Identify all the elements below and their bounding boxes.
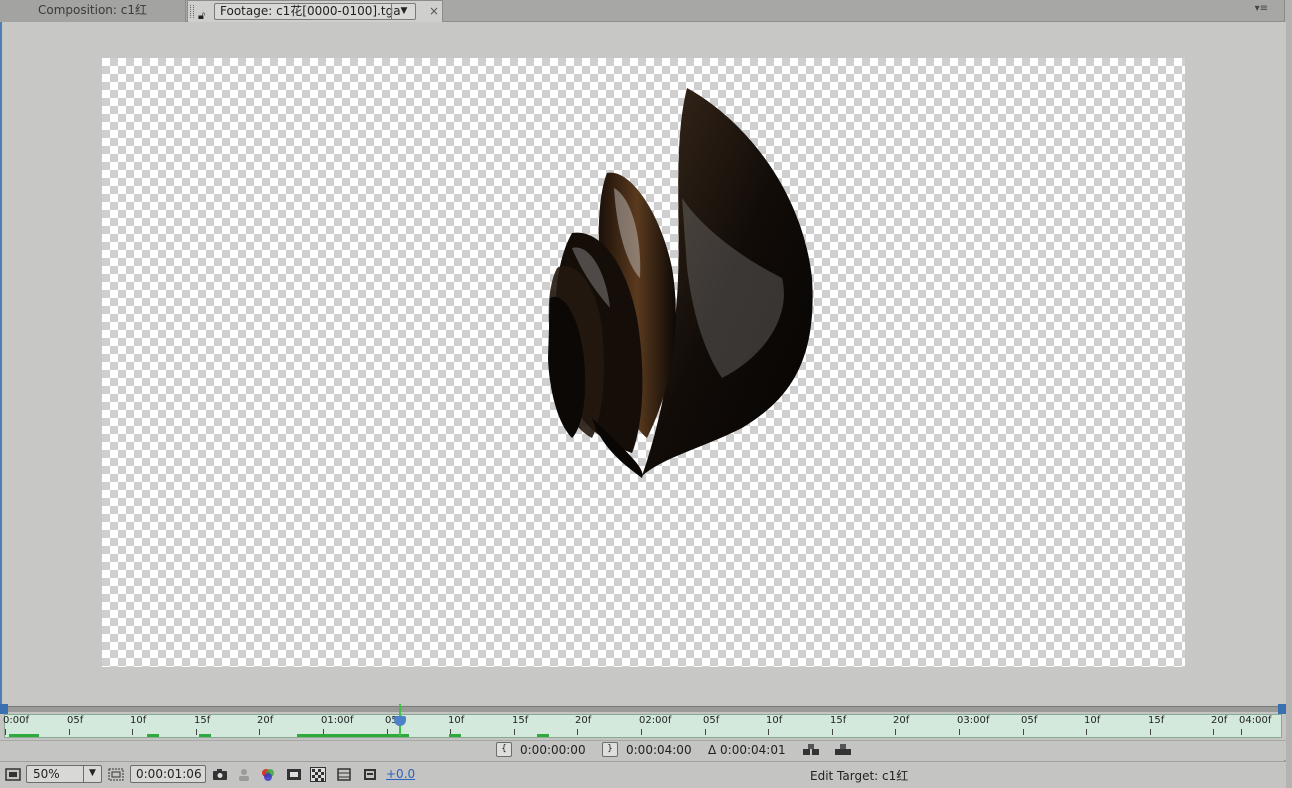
- ruler-tick-label: 20f: [257, 715, 274, 735]
- ruler-tick-label: 01:00f: [321, 715, 354, 735]
- flower-petal-image: [548, 88, 813, 478]
- tab-composition-label: Composition: c1红: [37, 3, 148, 17]
- time-info-bar: { 0:00:00:00 } 0:00:04:00 Δ 0:00:04:01: [0, 740, 1286, 760]
- set-in-point-button[interactable]: {: [496, 742, 512, 757]
- ruler-tick-label: 15f: [512, 715, 529, 735]
- viewer-area: [0, 22, 1286, 704]
- ram-cache-segment: [297, 734, 409, 737]
- transparency-grid-icon[interactable]: [310, 767, 326, 782]
- reset-exposure-icon[interactable]: [362, 767, 378, 782]
- close-tab-icon[interactable]: ×: [429, 1, 439, 22]
- exposure-value[interactable]: +0.0: [386, 767, 415, 781]
- drag-grip-icon[interactable]: [190, 5, 194, 18]
- viewer-toolbar: 50% ▼ 0:00:01:06 +0.0 Edit Target: c1红: [0, 761, 1286, 788]
- ruler-tick-label: 0:00f: [3, 715, 29, 735]
- tab-composition[interactable]: Composition: c1红: [0, 0, 186, 22]
- magnification-select[interactable]: 50% ▼: [26, 765, 102, 783]
- footage-dropdown-arrow-icon[interactable]: ▼: [391, 3, 416, 20]
- ruler-tick-label: 15f: [194, 715, 211, 735]
- time-ruler[interactable]: 0:00f 05f 10f 15f 20f 01:00f 05f 10f 15f 20f 02:00…: [0, 704, 1286, 740]
- ruler-tick-label: 15f: [830, 715, 847, 735]
- ruler-tick-label: 20f: [575, 715, 592, 735]
- ram-cache-segment: [147, 734, 159, 737]
- ruler-tick-label: 05f: [703, 715, 720, 735]
- ruler-tick-label: 05f: [67, 715, 84, 735]
- edit-target-label: Edit Target: c1红: [810, 769, 909, 783]
- work-area-start-handle[interactable]: [0, 704, 8, 714]
- out-point-value: 0:00:04:00: [626, 743, 692, 757]
- camera-snapshot-icon[interactable]: [212, 767, 228, 782]
- ripple-insert-edit-icon[interactable]: [802, 743, 820, 756]
- zoom-value: 50%: [33, 767, 60, 781]
- work-area-bar[interactable]: [0, 704, 1286, 714]
- transparency-grid-canvas: [102, 58, 1185, 667]
- current-time-indicator[interactable]: [394, 704, 406, 736]
- show-snapshot-icon[interactable]: [236, 767, 252, 782]
- ram-cache-segment: [537, 734, 549, 737]
- ruler-tick-label: 05f: [1021, 715, 1038, 735]
- work-area-end-handle[interactable]: [1278, 704, 1286, 714]
- region-of-interest-icon[interactable]: [286, 767, 302, 782]
- in-point-value: 0:00:00:00: [520, 743, 586, 757]
- duration-value: Δ 0:00:04:01: [708, 743, 786, 757]
- ram-cache-segment: [449, 734, 461, 737]
- timeline-ruler[interactable]: 0:00f 05f 10f 15f 20f 01:00f 05f 10f 15f 20f 02:00…: [3, 714, 1282, 738]
- ram-cache-segment: [9, 734, 39, 737]
- ruler-tick-label: 03:00f: [957, 715, 990, 735]
- ruler-tick-label: 20f: [1211, 715, 1228, 735]
- panel-menu-icon[interactable]: ▾≡: [1255, 3, 1268, 14]
- color-channels-icon[interactable]: [260, 767, 276, 782]
- footage-selector[interactable]: Footage: c1花[0000-0100].tga: [214, 3, 416, 20]
- panel-tab-bar: Composition: c1红 🔓︎ Footage: c1花[0000-01…: [0, 0, 1292, 22]
- title-action-safe-icon[interactable]: [108, 767, 124, 782]
- ram-cache-segment: [199, 734, 211, 737]
- current-time-field[interactable]: 0:00:01:06: [130, 765, 206, 783]
- cti-head-icon[interactable]: [394, 716, 406, 726]
- always-preview-icon[interactable]: [5, 767, 21, 782]
- pixel-aspect-icon[interactable]: [336, 767, 352, 782]
- current-time-value: 0:00:01:06: [136, 767, 202, 781]
- zoom-dropdown-arrow-icon[interactable]: ▼: [83, 766, 101, 782]
- footage-panel: Composition: c1红 🔓︎ Footage: c1花[0000-01…: [0, 0, 1292, 788]
- ruler-tick-label: 10f: [766, 715, 783, 735]
- overlay-edit-icon[interactable]: [834, 743, 852, 756]
- tab-footage-label: Footage: c1花[0000-0100].tga: [220, 4, 401, 18]
- ruler-tick-label: 04:00f: [1239, 715, 1272, 735]
- ruler-tick-label: 15f: [1148, 715, 1165, 735]
- ruler-tick-label: 10f: [448, 715, 465, 735]
- ruler-tick-label: 10f: [1084, 715, 1101, 735]
- ruler-tick-label: 02:00f: [639, 715, 672, 735]
- ruler-tick-label: 20f: [893, 715, 910, 735]
- set-out-point-button[interactable]: }: [602, 742, 618, 757]
- ruler-tick-label: 10f: [130, 715, 147, 735]
- tab-footage[interactable]: 🔓︎ Footage: c1花[0000-0100].tga ▼ ×: [187, 0, 443, 22]
